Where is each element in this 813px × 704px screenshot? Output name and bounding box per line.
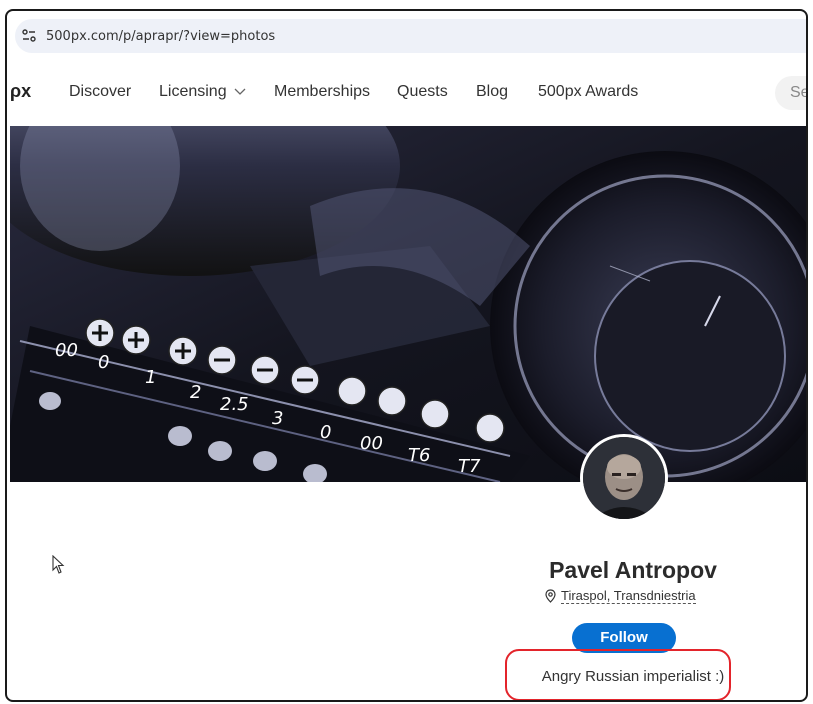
bit-label: 2 [190, 382, 201, 403]
url-text[interactable]: 500px.com/p/aprapr/?view=photos [46, 29, 275, 44]
nav-quests[interactable]: Quests [397, 83, 448, 101]
site-info-icon[interactable] [20, 27, 38, 45]
browser-window: 500px.com/p/aprapr/?view=photos ρx Disco… [5, 9, 808, 702]
nav-blog[interactable]: Blog [476, 83, 508, 101]
profile-location[interactable]: Tiraspol, Transdniestria [544, 588, 696, 604]
nav-memberships[interactable]: Memberships [274, 83, 370, 101]
chevron-down-icon [234, 83, 246, 101]
location-text[interactable]: Tiraspol, Transdniestria [561, 588, 696, 604]
location-pin-icon [544, 589, 557, 603]
bit-label: 3 [272, 408, 283, 429]
search-placeholder: Se [790, 84, 808, 101]
nav-licensing[interactable]: Licensing [159, 83, 246, 101]
mouse-cursor-icon [52, 554, 66, 580]
nav-licensing-label: Licensing [159, 83, 227, 100]
bit-label: 0 [320, 422, 331, 443]
bit-label: 2.5 [220, 394, 249, 415]
bit-label: T6 [408, 445, 430, 466]
profile-bio: Angry Russian imperialist :) [541, 668, 725, 685]
bit-label: 0 [98, 352, 109, 373]
bit-label: 00 [55, 340, 78, 361]
bit-label: 00 [360, 433, 383, 454]
address-bar[interactable]: 500px.com/p/aprapr/?view=photos [15, 19, 806, 53]
avatar[interactable] [580, 434, 668, 522]
bit-label: T7 [458, 456, 481, 477]
follow-button[interactable]: Follow [572, 623, 676, 653]
bit-label: 1 [145, 367, 156, 388]
top-nav: ρx Discover Licensing Memberships Quests… [7, 67, 806, 117]
500px-logo[interactable]: ρx [10, 81, 31, 102]
profile-name: Pavel Antropov [549, 557, 717, 583]
cover-photo: 00 0 1 2 2.5 3 0 00 T6 T7 [10, 126, 806, 482]
nav-500px-awards[interactable]: 500px Awards [538, 83, 638, 101]
search-input[interactable]: Se [775, 76, 808, 110]
nav-discover[interactable]: Discover [69, 83, 131, 101]
